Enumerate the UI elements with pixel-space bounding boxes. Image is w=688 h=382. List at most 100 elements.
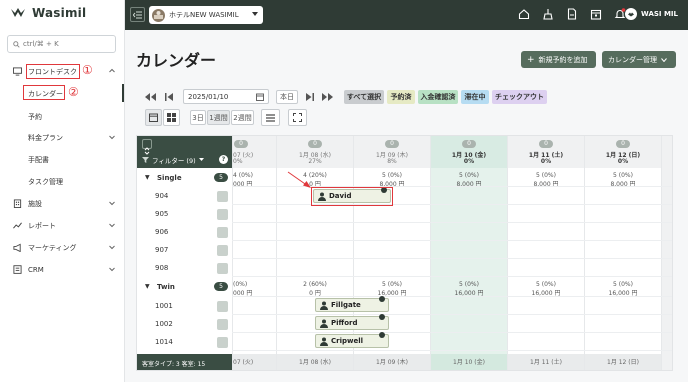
sidebar-item-crm[interactable]: CRM — [0, 261, 124, 278]
collapse-triangle-icon[interactable]: ▼ — [145, 283, 150, 290]
status-staying-filter[interactable]: 滞在中 — [461, 90, 489, 104]
search-input[interactable] — [23, 40, 103, 48]
day-count-badge: 0 — [616, 140, 630, 148]
list-view-button[interactable] — [261, 109, 280, 126]
day-pct: 0% — [463, 158, 475, 165]
zoom-icon[interactable] — [217, 319, 228, 330]
calendar-manage-button[interactable]: カレンダー管理 — [602, 51, 676, 68]
status-dot — [379, 296, 385, 302]
room-column-header: フィルター (9) ? — [137, 136, 232, 168]
hotel-selector[interactable]: ホテルNEW WASIMIL — [149, 6, 263, 24]
room-number: 905 — [155, 210, 169, 218]
user-menu[interactable]: WASI MIL — [625, 8, 678, 20]
date-field[interactable]: 2025/01/10 — [183, 89, 269, 104]
expand-toggle[interactable] — [142, 139, 152, 155]
select-all-button[interactable]: すべて選択 — [344, 90, 384, 104]
user-name: WASI MIL — [641, 10, 678, 18]
search-box[interactable] — [7, 35, 116, 53]
day-count-badge: 0 — [234, 140, 248, 148]
day-header: 0 1月 08 (水) 27% — [277, 136, 353, 168]
logo[interactable]: Wasimil — [10, 5, 86, 21]
room-number: 1002 — [155, 320, 173, 328]
zoom-icon[interactable] — [217, 337, 228, 348]
zoom-icon[interactable] — [217, 301, 228, 312]
day-count-badge: 0 — [385, 140, 399, 148]
plus-icon: + — [527, 54, 535, 65]
avail-count: 5 (0%) — [613, 281, 633, 288]
fullscreen-button[interactable] — [288, 109, 307, 126]
avail-count: 5 (0%) — [459, 172, 479, 179]
sidebar-item-reservations[interactable]: 予約 — [28, 112, 42, 122]
filter-button[interactable]: フィルター (9) — [142, 154, 204, 165]
sidebar-item-facility[interactable]: 施設 — [0, 195, 124, 212]
list-icon — [266, 113, 275, 122]
status-reserved-filter[interactable]: 予約済 — [387, 90, 415, 104]
cleaning-icon[interactable] — [542, 8, 554, 20]
chevron-down-icon — [661, 57, 667, 62]
collapse-icon — [133, 11, 142, 18]
reservation-pifford[interactable]: Pifford — [315, 314, 389, 330]
day-footer: 1月 11 (土) — [508, 354, 584, 370]
day-count-badge: 0 — [539, 140, 553, 148]
skip-back-week-icon[interactable] — [145, 93, 156, 101]
collapse-triangle-icon[interactable]: ▼ — [145, 174, 150, 181]
span-label: 1週間 — [209, 113, 228, 122]
grid-view-button[interactable] — [163, 109, 180, 126]
span-3days-button[interactable]: 3日 — [190, 110, 206, 125]
reservation-cripwell[interactable]: Cripwell — [315, 332, 389, 348]
day-column-4: 0 1月 11 (土) 0% 5 (0%) 8,000 円 5 (0%) 16,… — [507, 136, 584, 370]
span-1week-button[interactable]: 1週間 — [207, 110, 230, 125]
sidebar-item-arrangements[interactable]: 手配書 — [28, 155, 49, 165]
document-icon[interactable] — [566, 8, 578, 20]
sidebar-item-reports[interactable]: レポート — [0, 217, 124, 234]
sidebar-item-tasks[interactable]: タスク管理 — [28, 177, 63, 187]
day-pct: 8% — [387, 158, 397, 165]
prev-day-icon[interactable] — [165, 93, 173, 101]
hotel-name: ホテルNEW WASIMIL — [169, 11, 239, 19]
next-day-icon[interactable] — [306, 93, 314, 101]
reservation-fillgate[interactable]: Fillgate — [315, 296, 389, 312]
status-label: 入金確認済 — [420, 93, 456, 101]
crm-icon — [13, 265, 22, 274]
zoom-icon[interactable] — [217, 209, 228, 220]
sidebar-item-rateplans[interactable]: 料金プラン — [0, 129, 124, 146]
grid-icon — [167, 113, 176, 122]
user-avatar-icon — [625, 8, 638, 20]
chevron-down-icon — [109, 245, 115, 250]
app-name: Wasimil — [32, 6, 87, 20]
status-paid-filter[interactable]: 入金確認済 — [418, 90, 458, 104]
today-button[interactable]: 本日 — [276, 90, 298, 104]
skip-forward-week-icon[interactable] — [322, 93, 333, 101]
calendar-icon[interactable] — [590, 8, 602, 20]
status-checkout-filter[interactable]: チェックアウト — [492, 90, 547, 104]
zoom-icon[interactable] — [217, 245, 228, 256]
day-footer: 1月 10 (金) — [431, 354, 507, 370]
top-icons — [518, 8, 626, 20]
span-2weeks-button[interactable]: 2週間 — [231, 110, 254, 125]
zoom-icon[interactable] — [217, 263, 228, 274]
select-all-label: すべて選択 — [346, 93, 382, 101]
home-icon[interactable] — [518, 8, 530, 20]
fullscreen-icon — [293, 113, 302, 122]
annotation-box-1 — [26, 64, 80, 79]
avail-count: 5 (0%) — [536, 172, 556, 179]
room-number: 906 — [155, 228, 169, 236]
day-pct: 0% — [540, 158, 552, 165]
sidebar: Wasimil フロントデスク ① カレンダー ② 予約 料金プラン 手配書 タ… — [0, 0, 125, 382]
room-number: 904 — [155, 192, 169, 200]
sidebar-item-marketing[interactable]: マーケティング — [0, 239, 124, 256]
add-reservation-button[interactable]: + 新規予約を追加 — [521, 51, 596, 68]
calendar-view-button[interactable] — [145, 109, 162, 126]
room-number: 1001 — [155, 302, 173, 310]
zoom-icon[interactable] — [217, 191, 228, 202]
wasimil-logo-icon — [11, 8, 25, 17]
sidebar-item-label: 料金プラン — [28, 133, 63, 142]
chevron-up-icon — [109, 68, 115, 73]
zoom-icon[interactable] — [217, 227, 228, 238]
building-icon — [13, 199, 22, 208]
collapse-sidebar-button[interactable] — [130, 7, 145, 22]
status-dot — [379, 332, 385, 338]
room-number: 907 — [155, 246, 169, 254]
help-icon[interactable]: ? — [219, 155, 228, 164]
calendar-icon — [149, 113, 158, 122]
